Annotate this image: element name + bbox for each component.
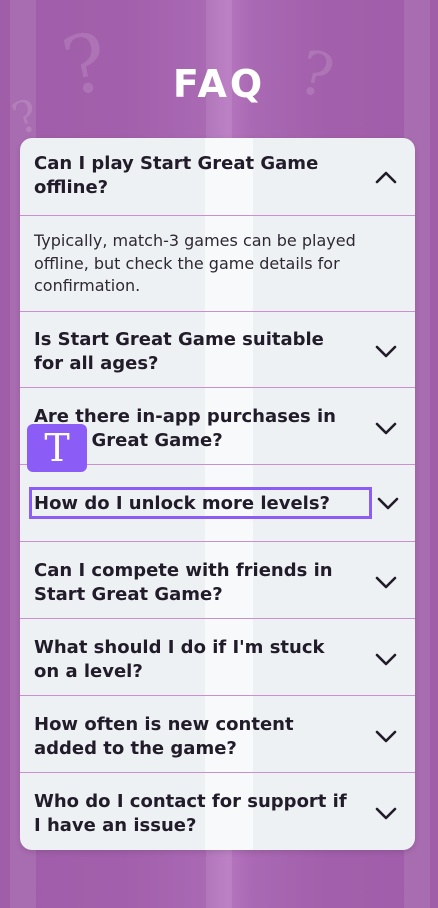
focus-highlight [29,487,372,519]
faq-question[interactable]: Can I play Start Great Game offline? [34,152,354,200]
chevron-down-icon[interactable] [373,800,399,826]
text-input-icon[interactable]: T [27,424,87,472]
faq-answer-panel: Typically, match-3 games can be played o… [20,215,415,312]
chevron-down-icon[interactable] [373,338,399,364]
faq-question[interactable]: Who do I contact for support if I have a… [34,790,354,838]
chevron-up-icon[interactable] [373,164,399,190]
chevron-down-icon[interactable] [373,723,399,749]
chevron-down-icon[interactable] [373,569,399,595]
chevron-down-icon[interactable] [375,490,401,516]
page-title: FAQ [172,62,266,106]
faq-question[interactable]: Can I compete with friends in Start Grea… [34,559,354,607]
faq-answer: Typically, match-3 games can be played o… [34,231,356,295]
faq-question[interactable]: Is Start Great Game suitable for all age… [34,328,354,376]
faq-item[interactable]: Can I compete with friends in Start Grea… [20,543,415,619]
faq-item[interactable]: What should I do if I'm stuck on a level… [20,620,415,696]
faq-item[interactable]: Can I play Start Great Game offline? Typ… [20,138,415,312]
faq-question[interactable]: What should I do if I'm stuck on a level… [34,636,354,684]
faq-item[interactable]: How often is new content added to the ga… [20,697,415,773]
faq-question[interactable]: How often is new content added to the ga… [34,713,354,761]
chevron-down-icon[interactable] [373,415,399,441]
faq-item[interactable]: Who do I contact for support if I have a… [20,774,415,850]
faq-item[interactable]: Is Start Great Game suitable for all age… [20,312,415,388]
chevron-down-icon[interactable] [373,646,399,672]
